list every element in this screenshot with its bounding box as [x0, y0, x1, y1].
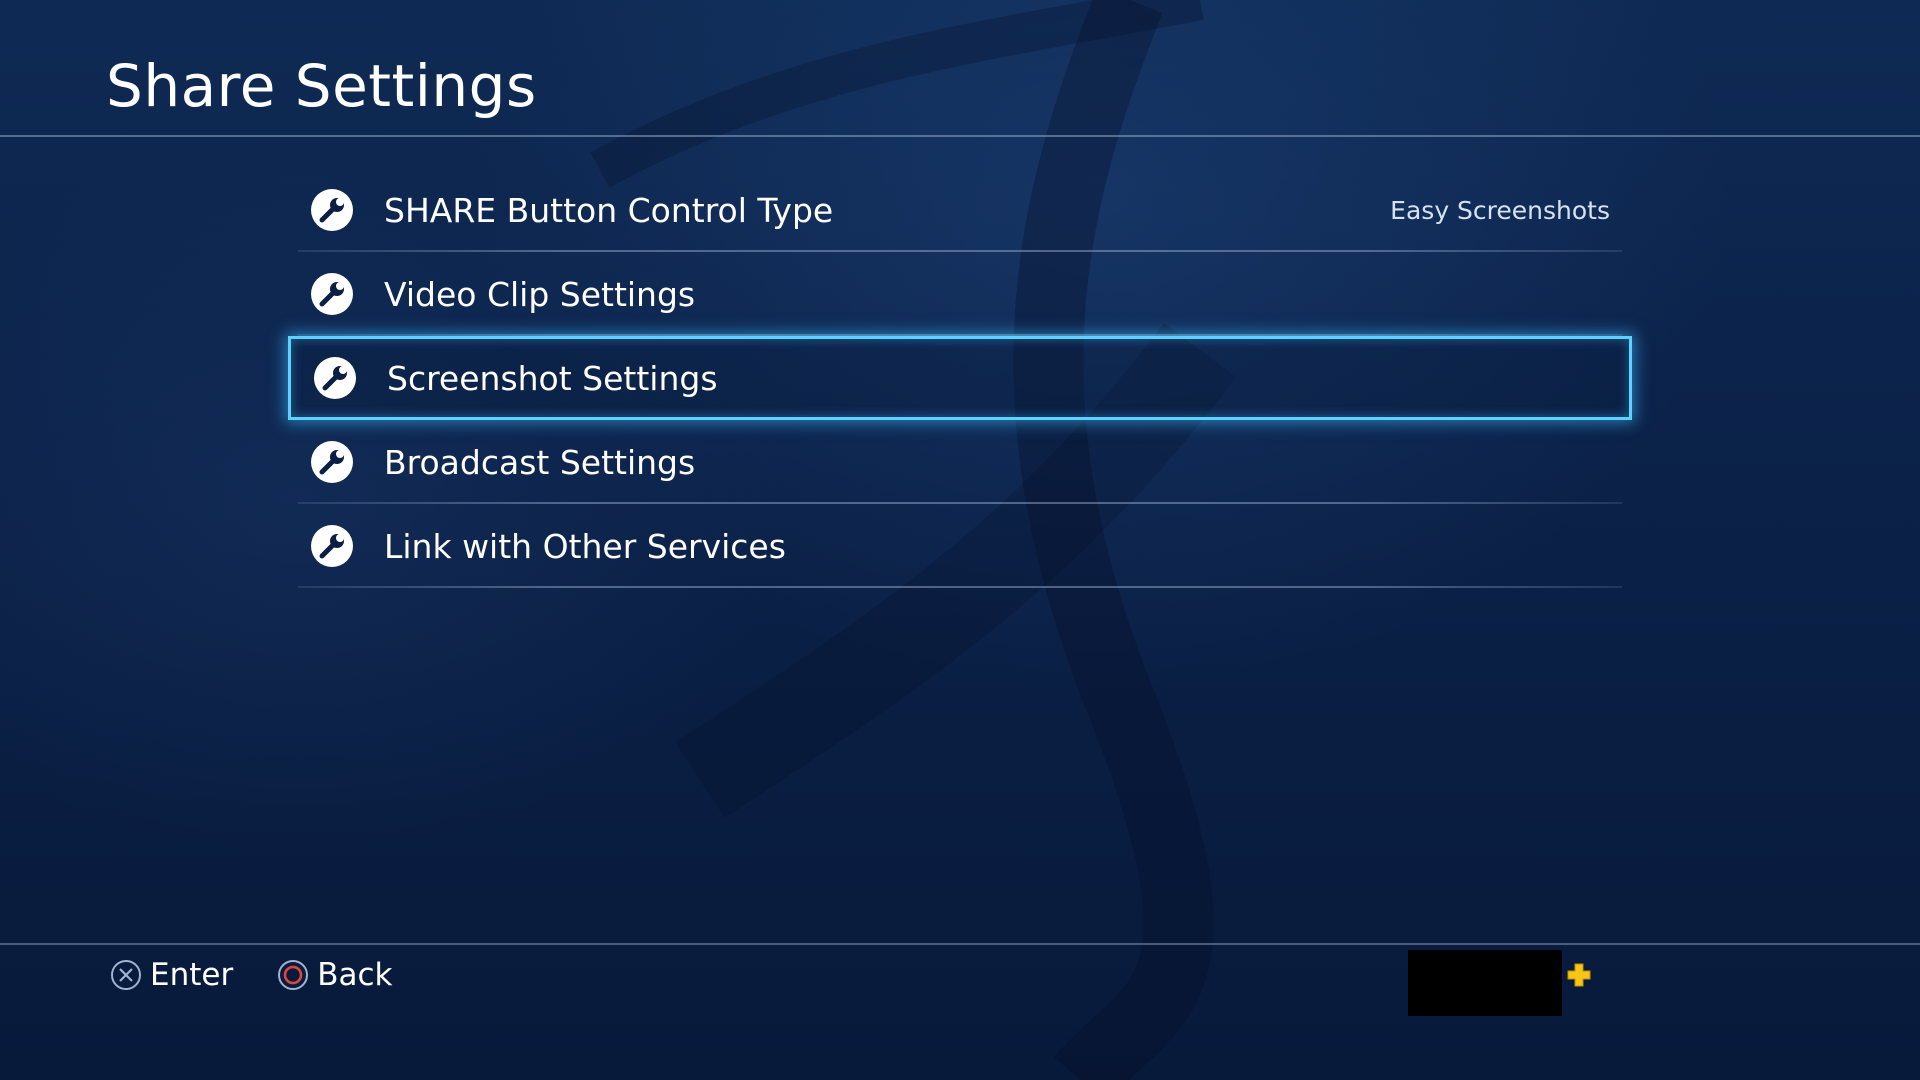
- menu-item-label: Screenshot Settings: [387, 358, 718, 398]
- settings-menu: SHARE Button Control Type Easy Screensho…: [288, 168, 1632, 588]
- page-title: Share Settings: [106, 52, 537, 120]
- back-label: Back: [317, 957, 393, 993]
- cross-button-icon: [111, 960, 141, 990]
- circle-button-icon: [278, 960, 309, 990]
- enter-label: Enter: [150, 957, 234, 993]
- wrench-icon: [311, 441, 353, 483]
- button-hints: Enter Back: [110, 950, 392, 1000]
- enter-hint[interactable]: Enter: [110, 957, 233, 993]
- back-hint[interactable]: Back: [277, 957, 392, 993]
- menu-item-label: Link with Other Services: [384, 526, 786, 566]
- wrench-icon: [311, 189, 353, 231]
- wrench-icon: [311, 273, 353, 315]
- menu-item-screenshot-settings[interactable]: Screenshot Settings: [288, 336, 1632, 420]
- menu-item-label: SHARE Button Control Type: [384, 190, 834, 230]
- wrench-icon: [311, 525, 353, 567]
- footer-divider: [0, 943, 1920, 945]
- menu-item-value: Easy Screenshots: [1390, 195, 1610, 225]
- wrench-icon: [314, 357, 356, 399]
- menu-item-link-with-other-services[interactable]: Link with Other Services: [288, 504, 1632, 588]
- playstation-plus-icon: [1567, 963, 1591, 987]
- redacted-user-area: [1408, 950, 1562, 1016]
- menu-item-video-clip-settings[interactable]: Video Clip Settings: [288, 252, 1632, 336]
- menu-item-broadcast-settings[interactable]: Broadcast Settings: [288, 420, 1632, 504]
- header-divider: [0, 135, 1920, 137]
- menu-item-label: Broadcast Settings: [384, 442, 696, 482]
- menu-item-share-button-control-type[interactable]: SHARE Button Control Type Easy Screensho…: [288, 168, 1632, 252]
- menu-item-label: Video Clip Settings: [384, 274, 696, 314]
